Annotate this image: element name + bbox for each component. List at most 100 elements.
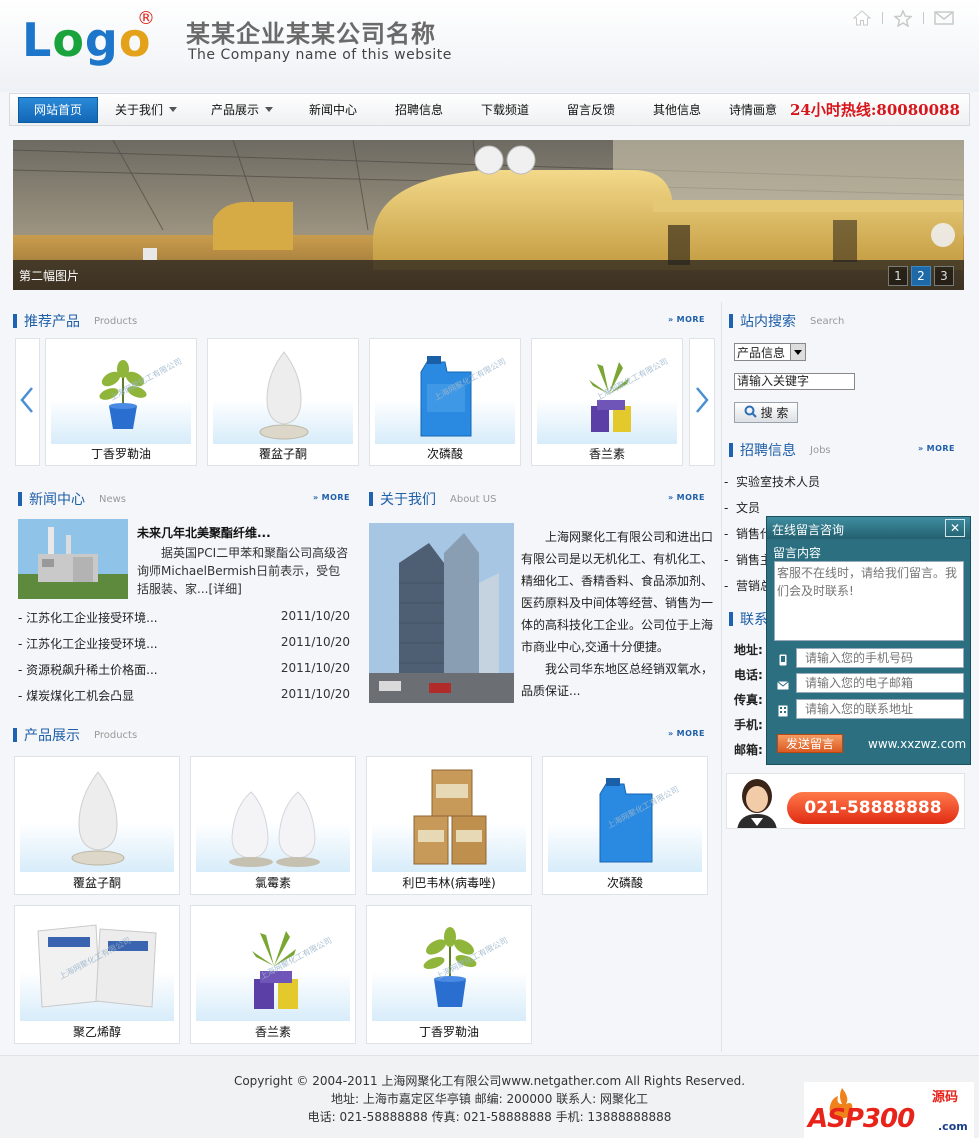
recommended-header: 推荐产品 Products » MORE <box>13 310 705 332</box>
contact-label: 邮箱: <box>734 743 763 757</box>
site-footer: Copyright © 2004-2011 上海网聚化工有限公司www.netg… <box>0 1055 979 1138</box>
chevron-down-icon <box>790 344 805 360</box>
product-card[interactable]: 上海网聚化工有限公司 丁香罗勒油 <box>366 905 532 1044</box>
product-card[interactable]: 利巴韦林(病毒唑) <box>366 756 532 895</box>
section-title: 推荐产品 <box>24 314 80 330</box>
address-input[interactable] <box>796 699 964 719</box>
section-marker <box>729 612 733 626</box>
news-item[interactable]: - 江苏化工企业接受环境... 2011/10/20 <box>18 635 350 655</box>
phone-banner[interactable]: 021-58888888 <box>726 773 965 829</box>
product-card[interactable]: 覆盆子酮 <box>14 756 180 895</box>
close-icon[interactable]: ✕ <box>945 519 965 537</box>
product-card[interactable]: 上海网聚化工有限公司 香兰素 <box>531 338 683 466</box>
product-name: 利巴韦林(病毒唑) <box>402 876 496 890</box>
section-marker <box>18 492 22 506</box>
section-title: 联系 <box>740 612 768 628</box>
section-title: 新闻中心 <box>29 492 85 508</box>
mail-icon[interactable] <box>934 9 954 27</box>
email-icon <box>776 678 790 692</box>
nav-item-home[interactable]: 网站首页 <box>18 96 98 123</box>
nav-item-downloads[interactable]: 下载频道 <box>462 97 548 123</box>
news-header: 新闻中心 News » MORE <box>18 488 350 510</box>
more-link[interactable]: » MORE <box>668 493 705 502</box>
carousel-prev-icon[interactable] <box>18 386 36 419</box>
star-icon[interactable] <box>893 9 913 27</box>
email-input[interactable] <box>796 673 964 693</box>
product-card[interactable]: 覆盆子酮 <box>207 338 359 466</box>
news-thumbnail[interactable] <box>18 519 128 599</box>
product-image: 上海网聚化工有限公司 <box>372 911 526 1021</box>
online-message-panel: 在线留言咨询 ✕ 留言内容 发送留言 www.xxzwz.com <box>766 516 971 765</box>
product-image: 上海网聚化工有限公司 <box>548 762 702 872</box>
featured-news-summary: 据英国PCI二甲苯和聚酯公司高级咨询师MichaelBermish日前表示，受包… <box>137 546 349 596</box>
section-title: 招聘信息 <box>740 443 796 459</box>
message-textarea[interactable] <box>774 561 964 641</box>
double-chevron-icon: » <box>667 729 674 738</box>
asp300-badge[interactable]: ASP300 源码 .com <box>804 1082 974 1138</box>
search-button[interactable]: 搜 索 <box>734 402 798 423</box>
section-title: 产品展示 <box>24 728 80 744</box>
divider <box>923 12 924 24</box>
job-item[interactable]: - 实验室技术人员 <box>724 473 964 493</box>
product-image <box>372 762 526 872</box>
nav-item-feedback[interactable]: 留言反馈 <box>548 97 634 123</box>
chevron-down-icon <box>265 107 273 112</box>
more-link[interactable]: » MORE <box>313 493 350 502</box>
banner-page-1[interactable]: 1 <box>888 266 908 286</box>
more-link[interactable]: » MORE <box>668 729 705 738</box>
product-card[interactable]: 上海网聚化工有限公司 聚乙烯醇 <box>14 905 180 1044</box>
home-icon[interactable] <box>852 9 872 27</box>
jobs-header: 招聘信息 Jobs » MORE <box>729 439 955 461</box>
banner-caption: 第二幅图片 <box>19 269 80 283</box>
search-header: 站内搜索 Search <box>729 310 965 332</box>
product-image: 上海网聚化工有限公司 <box>51 344 191 444</box>
product-name: 聚乙烯醇 <box>72 1025 121 1039</box>
search-input[interactable]: 请输入关键字 <box>734 373 855 390</box>
search-icon <box>744 405 757 421</box>
product-image: 上海网聚化工有限公司 <box>20 911 174 1021</box>
section-subtitle: Products <box>94 315 138 327</box>
more-link[interactable]: » MORE <box>668 315 705 324</box>
site-logo[interactable]: Logo <box>22 14 151 66</box>
product-card[interactable]: 氯霉素 <box>190 756 356 895</box>
company-name-en: The Company name of this website <box>188 47 452 63</box>
featured-news-link[interactable]: [详细] <box>208 582 241 596</box>
news-item[interactable]: - 煤炭煤化工机会凸显 2011/10/20 <box>18 687 350 707</box>
phone-input[interactable] <box>796 648 964 668</box>
nav-item-products[interactable]: 产品展示 <box>194 97 290 123</box>
search-category-select[interactable]: 产品信息 <box>734 343 806 361</box>
section-subtitle: Products <box>94 729 138 741</box>
more-link[interactable]: » MORE <box>918 444 955 453</box>
product-card[interactable]: 上海网聚化工有限公司 丁香罗勒油 <box>45 338 197 466</box>
chevron-down-icon <box>169 107 177 112</box>
product-card[interactable]: 上海网聚化工有限公司 次磷酸 <box>369 338 521 466</box>
double-chevron-icon: » <box>917 444 924 453</box>
section-subtitle: Search <box>810 315 845 327</box>
news-item[interactable]: - 资源税飙升稀土价格面... 2011/10/20 <box>18 661 350 681</box>
hotline-number: 24小时热线:80080088 <box>790 101 960 119</box>
products-header: 产品展示 Products » MORE <box>13 724 705 746</box>
hero-banner[interactable]: 第二幅图片 1 2 3 <box>13 140 964 290</box>
product-name: 丁香罗勒油 <box>90 447 151 461</box>
phone-number: 021-58888888 <box>804 798 942 818</box>
banner-page-3[interactable]: 3 <box>934 266 954 286</box>
contact-label: 手机: <box>734 718 763 732</box>
send-message-button[interactable]: 发送留言 <box>777 734 843 753</box>
nav-item-other[interactable]: 其他信息 <box>634 97 720 123</box>
banner-caption-bar <box>13 260 964 290</box>
nav-item-jobs[interactable]: 招聘信息 <box>376 97 462 123</box>
banner-page-2[interactable]: 2 <box>911 266 931 286</box>
news-item[interactable]: - 江苏化工企业接受环境... 2011/10/20 <box>18 609 350 629</box>
nav-item-about[interactable]: 关于我们 <box>98 97 194 123</box>
product-card[interactable]: 上海网聚化工有限公司 次磷酸 <box>542 756 708 895</box>
double-chevron-icon: » <box>667 315 674 324</box>
product-name: 次磷酸 <box>426 447 463 461</box>
section-subtitle: Jobs <box>810 444 831 456</box>
product-card[interactable]: 上海网聚化工有限公司 香兰素 <box>190 905 356 1044</box>
chat-site-url: www.xxzwz.com <box>868 737 967 751</box>
nav-item-news[interactable]: 新闻中心 <box>290 97 376 123</box>
nav-item-poetry[interactable]: 诗情画意 <box>720 97 786 123</box>
section-title: 关于我们 <box>380 492 436 508</box>
carousel-next-icon[interactable] <box>693 386 711 419</box>
featured-news-title[interactable]: 未来几年北美聚酯纤维... <box>137 524 352 541</box>
